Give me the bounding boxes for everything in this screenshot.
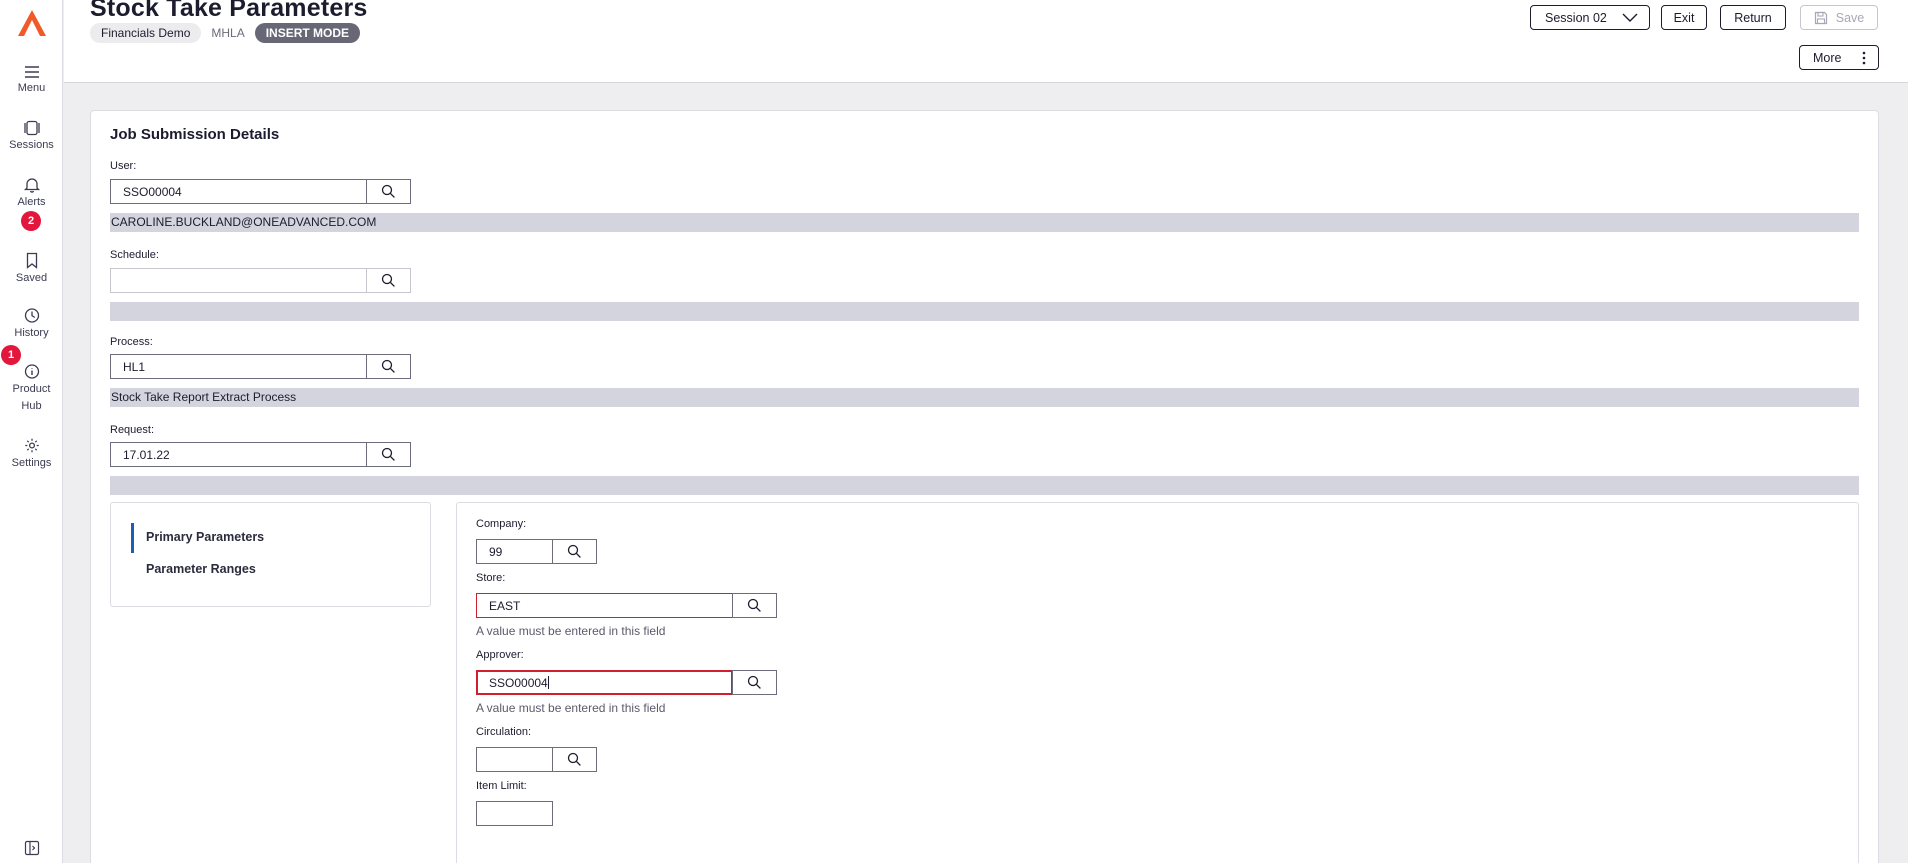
circulation-label: Circulation: bbox=[476, 726, 532, 738]
save-icon bbox=[1814, 11, 1827, 24]
rail-item-sessions[interactable]: Sessions bbox=[0, 120, 63, 151]
store-label: Store: bbox=[476, 572, 506, 584]
item-limit-label: Item Limit: bbox=[476, 780, 527, 792]
job-submission-card: Job Submission Details User: SSO00004 CA… bbox=[90, 110, 1879, 863]
search-icon bbox=[747, 598, 761, 612]
request-label: Request: bbox=[110, 424, 155, 436]
page-header: Stock Take Parameters Financials Demo MH… bbox=[64, 0, 1908, 83]
exit-button[interactable]: Exit bbox=[1661, 5, 1707, 30]
request-input[interactable]: 17.01.22 bbox=[110, 442, 367, 467]
user-input[interactable]: SSO00004 bbox=[110, 179, 367, 204]
rail-item-menu[interactable]: Menu bbox=[0, 65, 63, 94]
rail-item-alerts[interactable]: Alerts bbox=[0, 176, 63, 208]
schedule-lookup-button[interactable] bbox=[366, 268, 411, 293]
parameter-tabs-panel: Primary Parameters Parameter Ranges bbox=[110, 502, 431, 607]
active-tab-indicator bbox=[131, 523, 134, 553]
rail-item-product-hub[interactable]: Product Hub bbox=[0, 363, 63, 415]
info-icon bbox=[24, 364, 39, 379]
gear-icon bbox=[24, 438, 39, 453]
clock-icon bbox=[24, 308, 39, 323]
sessions-icon bbox=[23, 120, 40, 136]
approver-error-message: A value must be entered in this field bbox=[476, 701, 666, 715]
more-label: More bbox=[1813, 50, 1842, 65]
schedule-input[interactable] bbox=[110, 268, 367, 293]
circulation-input[interactable] bbox=[476, 747, 553, 772]
return-button[interactable]: Return bbox=[1720, 5, 1786, 30]
process-description: Stock Take Report Extract Process bbox=[110, 388, 1859, 407]
store-input[interactable]: EAST bbox=[476, 593, 733, 618]
save-label: Save bbox=[1835, 10, 1865, 25]
bell-icon bbox=[23, 178, 40, 193]
search-icon bbox=[381, 184, 395, 198]
schedule-description bbox=[110, 302, 1859, 321]
process-label: Process: bbox=[110, 336, 153, 348]
search-icon bbox=[381, 447, 395, 461]
more-button[interactable]: More bbox=[1799, 45, 1879, 70]
company-label: Company: bbox=[476, 518, 527, 530]
search-icon bbox=[381, 273, 395, 287]
tab-primary-parameters[interactable]: Primary Parameters bbox=[146, 530, 264, 544]
ledger-chip: MHLA bbox=[211, 26, 245, 40]
search-icon bbox=[567, 544, 581, 558]
approver-input[interactable]: SSO00004 bbox=[476, 670, 733, 695]
process-lookup-button[interactable] bbox=[366, 354, 411, 379]
user-description: CAROLINE.BUCKLAND@ONEADVANCED.COM bbox=[110, 213, 1859, 232]
process-input[interactable]: HL1 bbox=[110, 354, 367, 379]
company-lookup-button[interactable] bbox=[552, 539, 597, 564]
kebab-menu-icon bbox=[1862, 51, 1866, 65]
rail-item-history[interactable]: History bbox=[0, 307, 63, 339]
request-lookup-button[interactable] bbox=[366, 442, 411, 467]
circulation-lookup-button[interactable] bbox=[552, 747, 597, 772]
rail-item-saved[interactable]: Saved bbox=[0, 252, 63, 284]
hamburger-icon bbox=[24, 66, 39, 78]
tab-parameter-ranges[interactable]: Parameter Ranges bbox=[146, 562, 256, 576]
item-limit-input[interactable] bbox=[476, 801, 553, 826]
user-lookup-button[interactable] bbox=[366, 179, 411, 204]
product-hub-count-badge: 1 bbox=[1, 345, 21, 365]
search-icon bbox=[567, 752, 581, 766]
user-label: User: bbox=[110, 160, 137, 172]
search-icon bbox=[747, 675, 761, 689]
approver-value: SSO00004 bbox=[489, 675, 548, 690]
alerts-count-badge: 2 bbox=[21, 211, 41, 231]
rail-item-label: Product bbox=[12, 383, 51, 395]
section-title: Job Submission Details bbox=[110, 126, 280, 143]
company-chip: Financials Demo bbox=[90, 23, 202, 43]
company-input[interactable]: 99 bbox=[476, 539, 553, 564]
mode-badge: INSERT MODE bbox=[254, 23, 361, 43]
rail-item-label: Menu bbox=[17, 82, 46, 94]
approver-lookup-button[interactable] bbox=[732, 670, 777, 695]
schedule-label: Schedule: bbox=[110, 249, 159, 261]
expand-panel-icon[interactable] bbox=[24, 840, 40, 856]
rail-item-settings[interactable]: Settings bbox=[0, 437, 63, 469]
rail-item-label: Sessions bbox=[9, 139, 54, 151]
rail-item-label-2: Hub bbox=[21, 400, 42, 412]
session-dropdown[interactable]: Session 02 bbox=[1530, 5, 1650, 30]
approver-label: Approver: bbox=[476, 649, 524, 661]
rail-item-label: Settings bbox=[11, 457, 52, 469]
rail-item-label: Alerts bbox=[17, 196, 46, 208]
app-logo-icon[interactable] bbox=[16, 8, 48, 38]
rail-item-label: History bbox=[14, 327, 49, 339]
text-cursor bbox=[547, 676, 549, 689]
store-lookup-button[interactable] bbox=[732, 593, 777, 618]
chevron-down-icon bbox=[1622, 13, 1638, 22]
bookmark-icon bbox=[26, 252, 37, 269]
session-label: Session 02 bbox=[1545, 10, 1607, 25]
left-navigation-rail: Menu Sessions Alerts 2 Saved History Pro… bbox=[0, 0, 63, 863]
search-icon bbox=[381, 359, 395, 373]
primary-parameters-panel: Company: 99 Store: EAST A value must be … bbox=[456, 502, 1859, 863]
store-error-message: A value must be entered in this field bbox=[476, 624, 666, 638]
request-description bbox=[110, 476, 1859, 495]
save-button[interactable]: Save bbox=[1800, 5, 1878, 30]
return-label: Return bbox=[1734, 10, 1772, 25]
page-title: Stock Take Parameters bbox=[90, 0, 368, 22]
rail-item-label: Saved bbox=[15, 272, 48, 284]
context-chips: Financials Demo MHLA INSERT MODE bbox=[90, 23, 361, 43]
exit-label: Exit bbox=[1673, 10, 1695, 25]
